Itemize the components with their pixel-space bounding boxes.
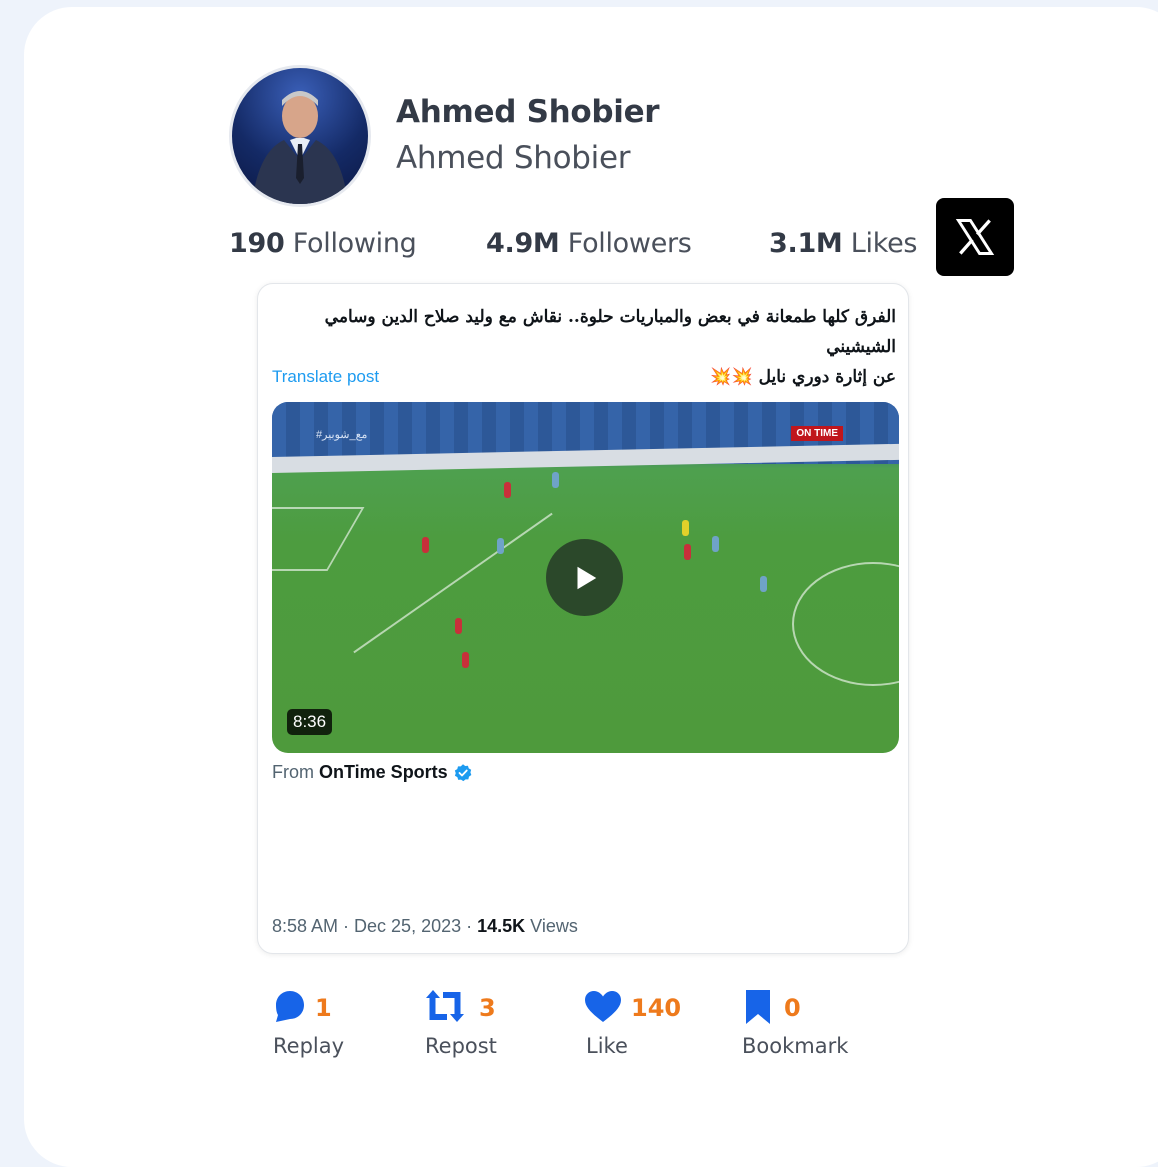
player [422, 537, 429, 553]
translate-link[interactable]: Translate post [272, 367, 379, 387]
post-meta: 8:58 AM · Dec 25, 2023 · 14.5K Views [272, 916, 578, 937]
heart-icon [585, 991, 621, 1022]
player [712, 536, 719, 552]
pitch-line [792, 562, 899, 686]
likes-label: Likes [850, 228, 918, 259]
verified-badge-icon [454, 763, 472, 781]
video-hashtag: #مع_شوبير [316, 429, 368, 441]
profile-name: Ahmed Shobier [396, 94, 660, 130]
player [682, 520, 689, 536]
followers-label: Followers [567, 228, 692, 259]
like-count: 140 [631, 994, 682, 1022]
repost-label: Repost [425, 1034, 497, 1058]
video-player[interactable]: #مع_شوبير ON TIME 8:36 [272, 402, 899, 753]
bookmark-label: Bookmark [742, 1034, 849, 1058]
following-label: Following [292, 228, 417, 259]
comment-icon [276, 991, 304, 1022]
player [504, 482, 511, 498]
profile-handle: Ahmed Shobier [396, 140, 631, 176]
reply-label: Replay [273, 1034, 345, 1058]
video-duration: 8:36 [287, 709, 333, 735]
video-channel-badge: ON TIME [791, 426, 843, 441]
post-time: 8:58 AM · Dec 25, 2023 · [272, 916, 478, 936]
from-prefix: From [272, 762, 314, 782]
followers-stat[interactable]: 4.9M Followers [486, 228, 692, 259]
play-button[interactable] [546, 539, 623, 616]
following-count: 190 [229, 228, 285, 259]
play-icon [577, 566, 596, 589]
player [455, 618, 462, 634]
video-source[interactable]: From OnTime Sports [272, 762, 473, 783]
pitch-line [272, 507, 365, 571]
followers-count: 4.9M [486, 228, 560, 259]
post-text-line1: الفرق كلها طمعانة في بعض والمباريات حلوة… [324, 307, 896, 357]
following-stat[interactable]: 190 Following [229, 228, 417, 259]
likes-stat[interactable]: 3.1M Likes [769, 228, 918, 259]
player [760, 576, 767, 592]
reply-count: 1 [315, 994, 332, 1022]
like-label: Like [586, 1034, 628, 1058]
from-source: OnTime Sports [319, 762, 448, 782]
repost-icon [426, 990, 464, 1022]
pitch-line [353, 512, 553, 654]
player [462, 652, 469, 668]
bookmark-icon [746, 990, 770, 1024]
player [684, 544, 691, 560]
likes-count: 3.1M [769, 228, 843, 259]
player [497, 538, 504, 554]
embedded-post[interactable]: الفرق كلها طمعانة في بعض والمباريات حلوة… [257, 283, 909, 954]
x-logo-icon[interactable] [936, 198, 1014, 276]
player [552, 472, 559, 488]
bookmark-count: 0 [784, 994, 801, 1022]
repost-count: 3 [479, 994, 496, 1022]
avatar-photo [252, 91, 348, 204]
views-count: 14.5K [477, 916, 526, 936]
avatar[interactable] [229, 65, 371, 207]
views-label: Views [525, 916, 578, 936]
